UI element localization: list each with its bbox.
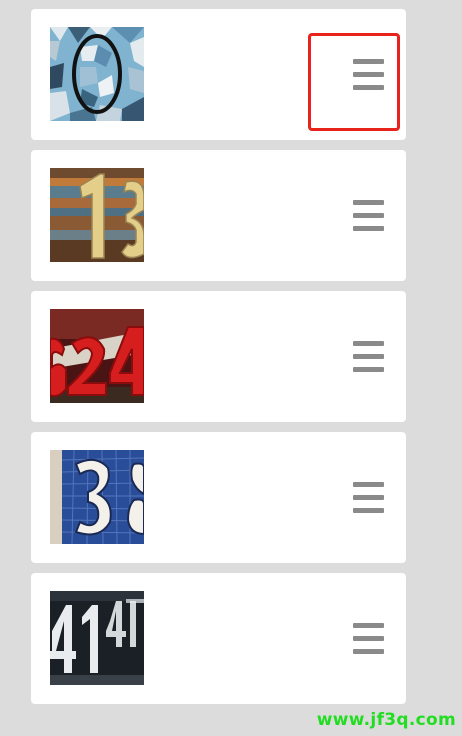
watermark: www.jf3q.com: [316, 710, 456, 730]
list-item[interactable]: [31, 432, 406, 563]
list-item[interactable]: [31, 573, 406, 704]
red-624-image: [50, 309, 144, 403]
drag-handle-icon[interactable]: [346, 620, 384, 658]
list-item[interactable]: [31, 150, 406, 281]
wood-thirteen-image: [50, 168, 144, 262]
drag-handle-icon[interactable]: [346, 479, 384, 517]
house-number-image: [50, 27, 144, 121]
black-plate-14-image: [50, 591, 144, 685]
house-number-image: [50, 168, 144, 262]
blue-tile-38-image: [50, 450, 144, 544]
drag-handle-icon[interactable]: [346, 56, 384, 94]
list-item[interactable]: [31, 291, 406, 422]
sortable-list: [31, 9, 406, 714]
house-number-image: [50, 591, 144, 685]
house-number-image: [50, 309, 144, 403]
drag-handle-icon[interactable]: [346, 338, 384, 376]
mosaic-zero-image: [50, 27, 144, 121]
drag-handle-icon[interactable]: [346, 197, 384, 235]
list-item[interactable]: [31, 9, 406, 140]
house-number-image: [50, 450, 144, 544]
